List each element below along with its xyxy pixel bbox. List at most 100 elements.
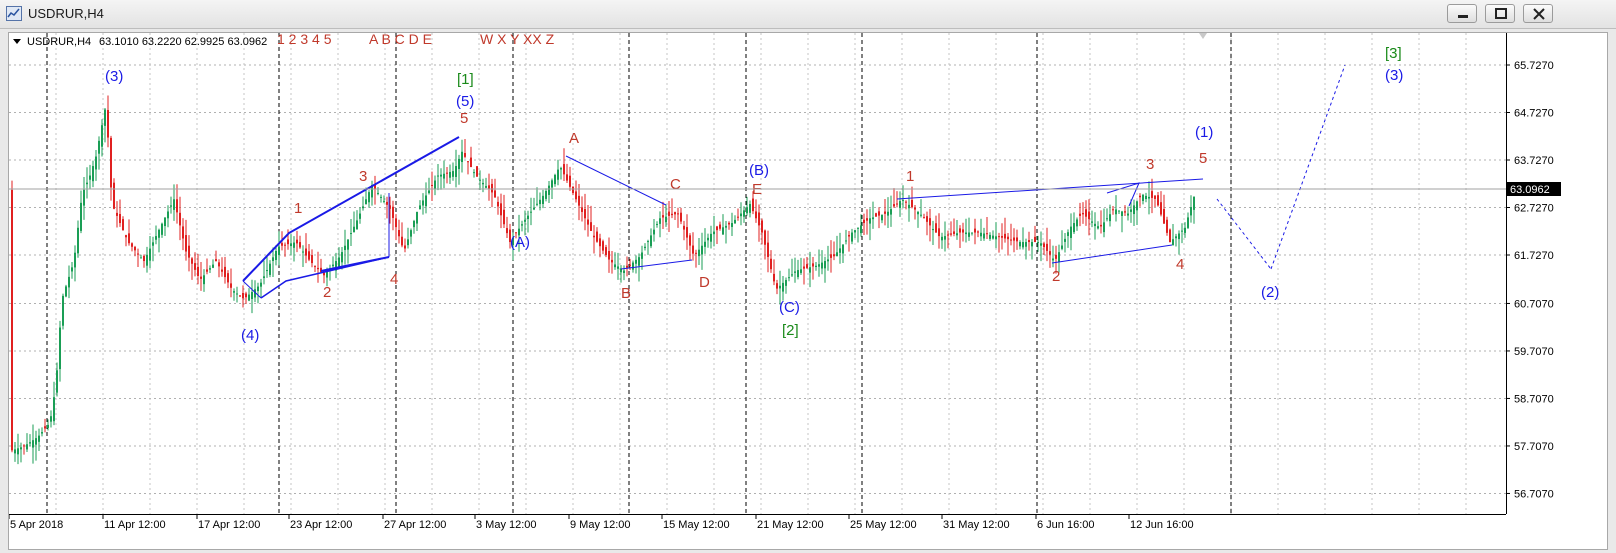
candle-body [569,175,571,187]
candle-body [1145,195,1147,200]
wave-label-set-letters: A B C D E [369,33,432,47]
header-symbol: USDRUR,H4 [27,36,91,48]
candle-body [740,213,742,217]
candle-body [566,174,568,181]
candle-body [1151,191,1153,198]
wave-label: 3 [359,168,367,185]
wave-label: (C) [779,299,800,316]
candle-body [380,196,382,198]
dropdown-arrow-icon[interactable] [13,39,21,44]
wave-label: 5 [460,110,468,127]
chart-app-icon [6,6,22,21]
shift-marker-icon[interactable] [1199,33,1207,39]
candle-body [1154,195,1156,199]
wave-label: 5 [1199,150,1207,167]
candle-body [809,267,811,273]
candle-body [155,236,157,240]
candle-body [1100,224,1102,227]
candle-body [236,293,238,295]
candle-body [326,271,328,278]
candle-body [473,172,475,174]
candle-body [491,183,493,193]
candle-body [953,231,955,234]
close-button[interactable] [1523,4,1553,23]
candle-body [479,179,481,181]
candle-body [896,203,898,205]
candle-body [368,192,370,203]
candle-body [806,264,808,268]
maximize-button[interactable] [1485,4,1515,23]
candle-body [446,172,448,174]
candle-body [1055,254,1057,259]
candle-body [707,237,709,241]
candle-body [863,219,865,224]
title-bar[interactable]: USDRUR,H4 [0,0,1616,29]
candle-body [929,218,931,226]
candle-body [872,217,874,220]
candle-body [347,239,349,250]
candle-body [779,285,781,289]
candle-body [341,252,343,263]
candle-body [299,242,301,248]
chart-area[interactable]: 65.7270 64.7270 63.7270 62.7270 61.7270 60.70… [8,32,1608,550]
candle-body [830,254,832,258]
candle-body [230,283,232,288]
candle-body [503,209,505,225]
candle-body [797,270,799,278]
current-price-label: 63.0962 [1510,184,1550,196]
candle-body [674,212,676,215]
candle-body [689,235,691,246]
candle-body [1004,233,1006,239]
wave-label: 3 [1146,156,1154,173]
candle-body [467,161,469,163]
price-scale[interactable]: 65.7270 64.7270 63.7270 62.7270 61.7270 60.70… [1506,60,1554,500]
candle-body [182,226,184,239]
candle-body [974,228,976,233]
candle-body [20,447,22,450]
candle-body [23,445,25,447]
minimize-button[interactable] [1447,4,1477,23]
candle-body [563,164,565,175]
candle-body [1043,243,1045,248]
diagonal-lower-line [1051,244,1173,264]
candle-body [290,243,292,247]
candle-body [728,222,730,225]
candle-body [1046,243,1048,251]
candle-body [404,245,406,249]
wedge-lower-segment [320,256,390,272]
wave-label: [1] [457,71,474,88]
wave-label: C [670,176,681,193]
candle-body [533,207,535,210]
candle-body [221,269,223,272]
candle-body [359,213,361,219]
candle-body [251,291,253,300]
candle-body [1016,237,1018,242]
candle-body [443,173,445,179]
candle-body [875,213,877,217]
candle-body [671,213,673,216]
candle-body [161,223,163,235]
candle-body [1007,236,1009,240]
wave-label: D [699,274,710,291]
price-chart[interactable]: 65.7270 64.7270 63.7270 62.7270 61.7270 60.70… [9,33,1607,549]
candle-body [542,195,544,204]
candle-body [395,218,397,228]
candle-body [149,248,151,261]
candle-body [737,216,739,218]
candle-body [1061,245,1063,249]
candle-body [176,199,178,213]
candle-body [188,245,190,258]
candle-body [107,110,109,138]
candle-body [38,435,40,442]
candle-body [638,257,640,266]
wave-label: (A) [510,234,530,251]
candle-body [245,293,247,298]
candle-body [422,200,424,206]
candle-body [704,241,706,247]
candle-body [53,397,55,422]
time-scale[interactable]: 5 Apr 2018 11 Apr 12:00 17 Apr 12:00 23 Apr… [9,514,1194,531]
candle-body [428,190,430,194]
candle-body [644,246,646,249]
projection-line-up [1270,64,1346,270]
candle-body [1091,221,1093,223]
